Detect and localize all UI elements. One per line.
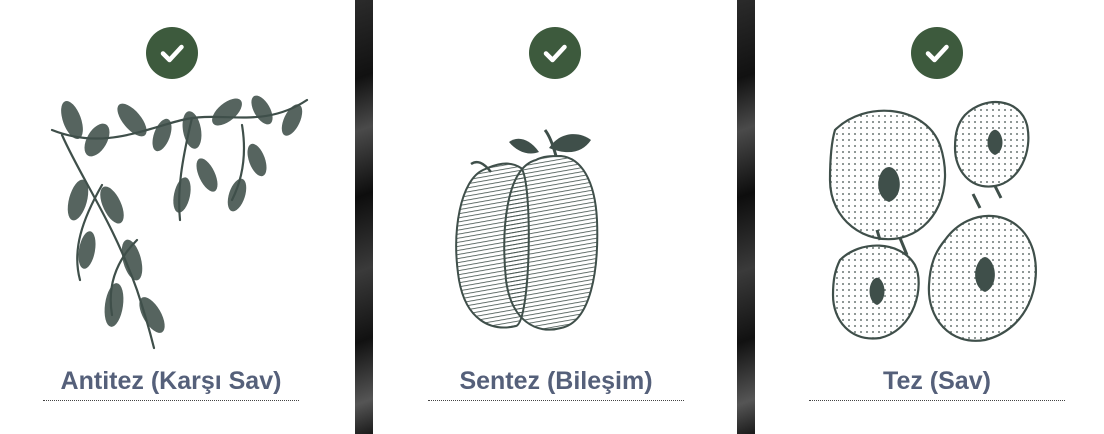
title-underline: [43, 400, 299, 401]
divider: [737, 0, 755, 434]
card-antitez[interactable]: Antitez (Karşı Sav): [0, 0, 355, 434]
check-icon: [911, 27, 963, 79]
leafy-branch-illustration: [42, 90, 312, 352]
card-tez[interactable]: Tez (Sav): [755, 0, 1104, 434]
card-title: Sentez (Bileşim): [459, 367, 653, 395]
title-underline: [428, 400, 684, 401]
card-sentez[interactable]: Sentez (Bileşim): [373, 0, 737, 434]
check-icon: [529, 27, 581, 79]
card-row: Antitez (Karşı Sav) Sentez (Bileşim) Tez…: [0, 0, 1104, 434]
card-title: Antitez (Karşı Sav): [60, 367, 282, 395]
title-underline: [809, 400, 1065, 401]
card-title: Tez (Sav): [883, 367, 991, 395]
divider: [355, 0, 373, 434]
check-icon: [146, 27, 198, 79]
apple-halves-illustration: [805, 90, 1075, 352]
two-apples-illustration: [421, 90, 691, 352]
